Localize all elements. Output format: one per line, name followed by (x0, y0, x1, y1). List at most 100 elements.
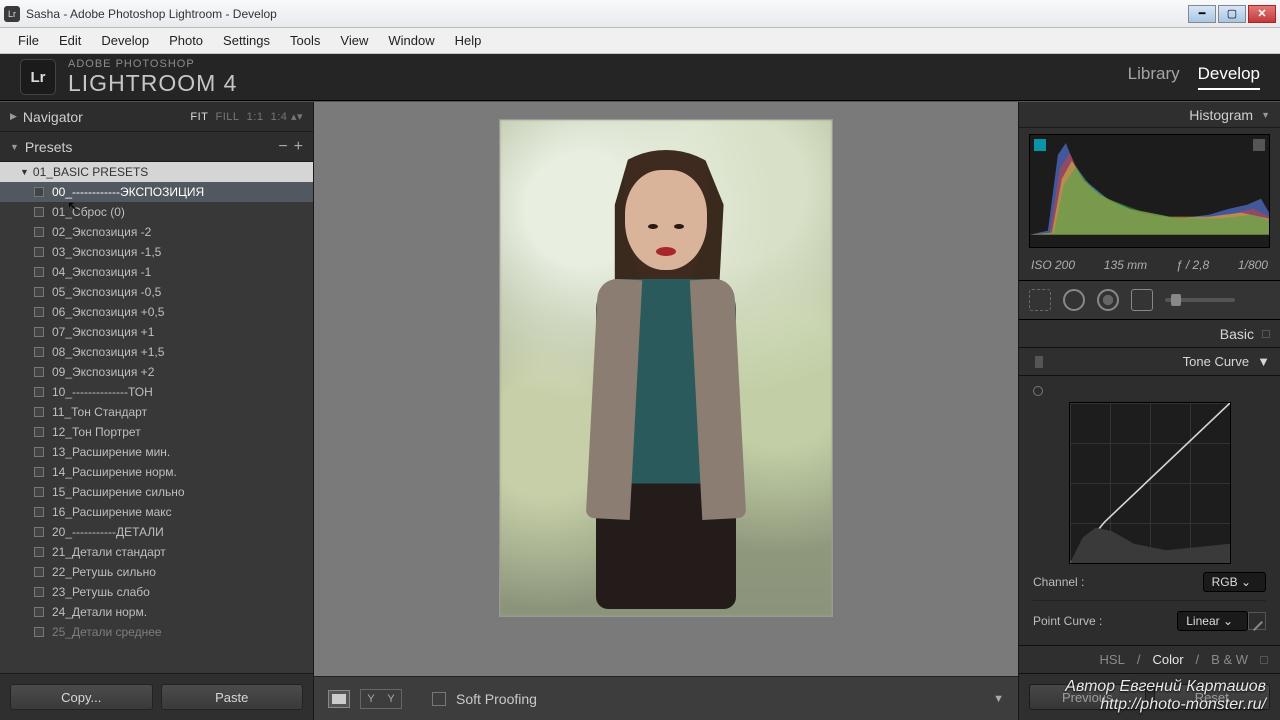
chevron-updown-icon[interactable]: ▴▾ (291, 111, 303, 123)
exif-iso: ISO 200 (1031, 258, 1075, 272)
panel-switch-icon[interactable] (1262, 330, 1270, 338)
menu-develop[interactable]: Develop (91, 28, 159, 53)
lr-logo-icon: Lr (20, 59, 56, 95)
identity-plate: Lr ADOBE PHOTOSHOP LIGHTROOM 4 Library D… (0, 54, 1280, 101)
preset-item[interactable]: 24_Детали норм. (0, 602, 313, 622)
preset-item[interactable]: 08_Экспозиция +1,5 (0, 342, 313, 362)
preset-item[interactable]: 13_Расширение мин. (0, 442, 313, 462)
soft-proofing-label: Soft Proofing (456, 691, 537, 707)
preset-item[interactable]: 05_Экспозиция -0,5 (0, 282, 313, 302)
preset-item[interactable]: 04_Экспозиция -1 (0, 262, 313, 282)
preset-item[interactable]: 00_------------ЭКСПОЗИЦИЯ (0, 182, 313, 202)
copy-button[interactable]: Copy... (10, 684, 153, 710)
tonecurve-switch-icon[interactable] (1035, 356, 1043, 368)
window-minimize-button[interactable]: ━ (1188, 5, 1216, 23)
exif-focal: 135 mm (1104, 258, 1147, 272)
tonecurve-panel-header[interactable]: Tone Curve ▼ (1019, 348, 1280, 376)
preset-item[interactable]: 01_Сброс (0) (0, 202, 313, 222)
preset-item[interactable]: 20_-----------ДЕТАЛИ (0, 522, 313, 542)
basic-panel-header[interactable]: Basic (1019, 320, 1280, 348)
presets-title: Presets (25, 139, 72, 155)
color-tab[interactable]: Color (1152, 652, 1183, 667)
menu-tools[interactable]: Tools (280, 28, 330, 53)
nav-1to1[interactable]: 1:1 (247, 111, 264, 123)
chevron-right-icon: ▶ (10, 111, 17, 122)
preset-item[interactable]: 25_Детали среднее (0, 622, 313, 642)
hsl-tab[interactable]: HSL (1100, 652, 1125, 667)
preset-item[interactable]: 11_Тон Стандарт (0, 402, 313, 422)
histogram-display[interactable] (1029, 134, 1270, 248)
presets-minus-button[interactable]: − (278, 139, 287, 155)
target-adjust-icon[interactable] (1033, 386, 1043, 396)
navigator-header[interactable]: ▶ Navigator FIT FILL 1:1 1:4 ▴▾ (0, 102, 313, 132)
preset-item[interactable]: 09_Экспозиция +2 (0, 362, 313, 382)
menu-file[interactable]: File (8, 28, 49, 53)
menu-settings[interactable]: Settings (213, 28, 280, 53)
photo-preview (500, 120, 832, 616)
channel-select[interactable]: RGB ⌄ (1203, 572, 1266, 592)
presets-plus-button[interactable]: + (294, 139, 303, 155)
window-maximize-button[interactable]: ▢ (1218, 5, 1246, 23)
menu-view[interactable]: View (330, 28, 378, 53)
exif-summary: ISO 200 135 mm ƒ / 2,8 1/800 (1019, 254, 1280, 280)
histogram-header[interactable]: Histogram ▼ (1019, 102, 1280, 128)
preset-folder[interactable]: ▼01_BASIC PRESETS (0, 162, 313, 182)
pointcurve-select[interactable]: Linear ⌄ (1177, 611, 1248, 631)
tonecurve-panel: Channel : RGB ⌄ Point Curve : Linear ⌄ (1019, 376, 1280, 645)
develop-tool-strip (1019, 280, 1280, 320)
preset-item[interactable]: 06_Экспозиция +0,5 (0, 302, 313, 322)
hsl-panel-header[interactable]: HSL/ Color/ B & W (1019, 645, 1280, 673)
app-icon: Lr (4, 6, 20, 22)
preset-item[interactable]: 22_Ретушь сильно (0, 562, 313, 582)
preset-item[interactable]: 15_Расширение сильно (0, 482, 313, 502)
module-develop[interactable]: Develop (1198, 64, 1260, 90)
tonecurve-title: Tone Curve (1183, 354, 1249, 369)
preset-item[interactable]: 21_Детали стандарт (0, 542, 313, 562)
grad-filter-icon[interactable] (1131, 289, 1153, 311)
crop-tool-icon[interactable] (1029, 289, 1051, 311)
window-close-button[interactable]: ✕ (1248, 5, 1276, 23)
spot-tool-icon[interactable] (1063, 289, 1085, 311)
nav-fit[interactable]: FIT (190, 111, 208, 123)
preset-item[interactable]: 12_Тон Портрет (0, 422, 313, 442)
preset-item[interactable]: 16_Расширение макс (0, 502, 313, 522)
nav-fill[interactable]: FILL (216, 111, 240, 123)
panel-switch-icon[interactable] (1260, 656, 1268, 664)
presets-header[interactable]: ▼ Presets − + (0, 132, 313, 162)
chevron-down-icon: ▼ (1257, 354, 1270, 369)
preset-item[interactable]: 02_Экспозиция -2 (0, 222, 313, 242)
menu-photo[interactable]: Photo (159, 28, 213, 53)
chevron-down-icon: ▼ (10, 142, 19, 152)
toolbar-bottom: YY Soft Proofing ▼ (314, 676, 1018, 720)
channel-label: Channel : (1033, 575, 1203, 589)
preset-item[interactable]: 03_Экспозиция -1,5 (0, 242, 313, 262)
paste-button[interactable]: Paste (161, 684, 304, 710)
reset-button[interactable]: Reset (1154, 684, 1271, 710)
histogram-title: Histogram (1189, 107, 1253, 123)
window-title: Sasha - Adobe Photoshop Lightroom - Deve… (26, 7, 1186, 21)
brand-line2: LIGHTROOM 4 (68, 70, 237, 97)
menu-edit[interactable]: Edit (49, 28, 91, 53)
loupe-view-button[interactable] (328, 690, 350, 708)
module-library[interactable]: Library (1128, 64, 1180, 90)
menu-help[interactable]: Help (445, 28, 492, 53)
toolbar-expand-icon[interactable]: ▼ (993, 693, 1004, 705)
tone-curve-graph[interactable] (1069, 402, 1231, 564)
preset-item[interactable]: 14_Расширение норм. (0, 462, 313, 482)
basic-title: Basic (1220, 326, 1254, 342)
preset-item[interactable]: 10_--------------ТОН (0, 382, 313, 402)
brush-tool-icon[interactable] (1165, 298, 1235, 302)
nav-ratio[interactable]: 1:4 (271, 111, 288, 123)
menu-bar: File Edit Develop Photo Settings Tools V… (0, 28, 1280, 54)
compare-view-button[interactable]: YY (360, 689, 402, 709)
image-viewport[interactable]: YY Soft Proofing ▼ (314, 102, 1018, 720)
soft-proofing-checkbox[interactable] (432, 692, 446, 706)
menu-window[interactable]: Window (378, 28, 444, 53)
previous-button[interactable]: Previous (1029, 684, 1146, 710)
preset-item[interactable]: 07_Экспозиция +1 (0, 322, 313, 342)
preset-item[interactable]: 23_Ретушь слабо (0, 582, 313, 602)
window-titlebar: Lr Sasha - Adobe Photoshop Lightroom - D… (0, 0, 1280, 28)
curve-edit-icon[interactable] (1248, 612, 1266, 630)
bw-tab[interactable]: B & W (1211, 652, 1248, 667)
redeye-tool-icon[interactable] (1097, 289, 1119, 311)
